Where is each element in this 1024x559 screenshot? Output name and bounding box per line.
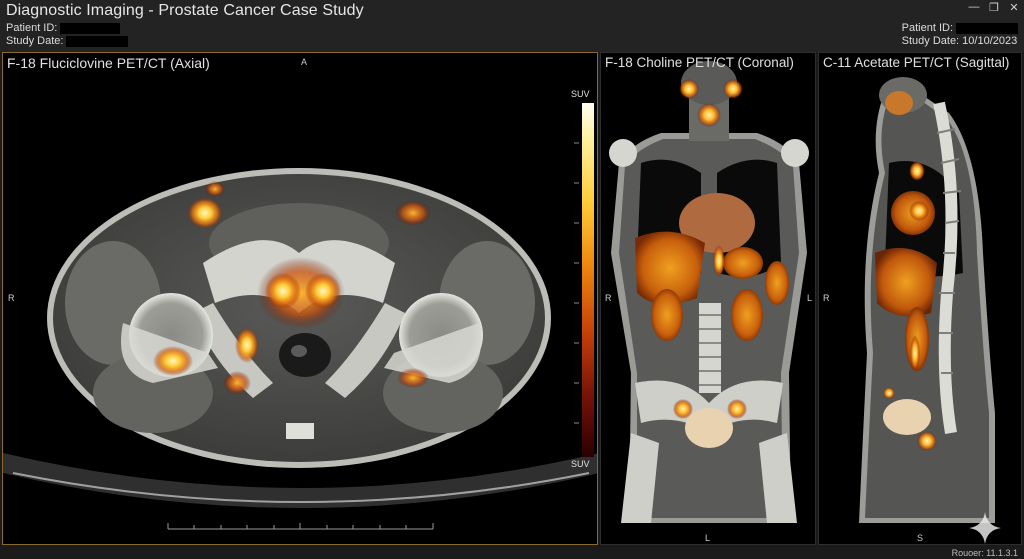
study-date-row-right: Study Date: 10/10/2023 [902, 35, 1018, 48]
axial-orient-right: R [8, 293, 15, 303]
axial-viewport[interactable]: F-18 Fluciclovine PET/CT (Axial) A R SUV… [2, 52, 598, 545]
suv-bar-ticks [574, 142, 579, 424]
patient-id-row-right: Patient ID: [902, 22, 1018, 35]
suv-label-top: SUV [571, 89, 590, 99]
patient-info-left: Patient ID: Study Date: [6, 22, 129, 48]
study-date-row: Study Date: [6, 35, 129, 48]
patient-id-redacted-right [956, 23, 1018, 34]
coronal-orient-left: R [605, 293, 612, 303]
axial-scale-ticks [167, 523, 434, 529]
axial-orient-top: A [301, 57, 308, 67]
axial-pelvis-image [3, 142, 597, 530]
sagittal-body-image [859, 77, 995, 524]
coronal-viewport[interactable]: F-18 Choline PET/CT (Coronal) R L L [600, 52, 816, 545]
sparkle-icon [969, 512, 1001, 544]
patient-info-right: Patient ID: Study Date: 10/10/2023 [902, 22, 1018, 48]
coronal-orient-bottom: L [705, 533, 711, 543]
patient-id-row: Patient ID: [6, 22, 128, 35]
restore-icon[interactable]: ❐ [988, 1, 1000, 14]
sagittal-viewport[interactable]: C-11 Acetate PET/CT (Sagittal) R S [818, 52, 1022, 545]
minimize-icon[interactable]: — [968, 1, 980, 14]
sagittal-orient-bottom: S [917, 533, 924, 543]
app-title: Diagnostic Imaging - Prostate Cancer Cas… [6, 2, 364, 19]
sagittal-title: C-11 Acetate PET/CT (Sagittal) [823, 55, 1010, 70]
suv-label-bottom: SUV [571, 459, 590, 469]
axial-title: F-18 Fluciclovine PET/CT (Axial) [7, 55, 210, 71]
study-date-redacted [66, 36, 129, 47]
window-controls: — ❐ ✕ [968, 1, 1020, 14]
coronal-title: F-18 Choline PET/CT (Coronal) [605, 55, 794, 70]
version-label: Rouoer: 11.1.3.1 [951, 548, 1018, 558]
sagittal-orient-left: R [823, 293, 830, 303]
patient-id-label: Patient ID: [6, 22, 58, 34]
suv-colorbar [582, 103, 594, 457]
coronal-orient-right: L [807, 293, 813, 303]
study-date-right: Study Date: 10/10/2023 [901, 35, 1018, 47]
title-bar: Diagnostic Imaging - Prostate Cancer Cas… [0, 0, 1024, 52]
coronal-body-image [609, 61, 809, 523]
study-date-label: Study Date: [6, 35, 64, 47]
patient-id-label-right: Patient ID: [901, 22, 953, 34]
close-icon[interactable]: ✕ [1008, 1, 1020, 14]
patient-id-redacted [60, 23, 121, 34]
